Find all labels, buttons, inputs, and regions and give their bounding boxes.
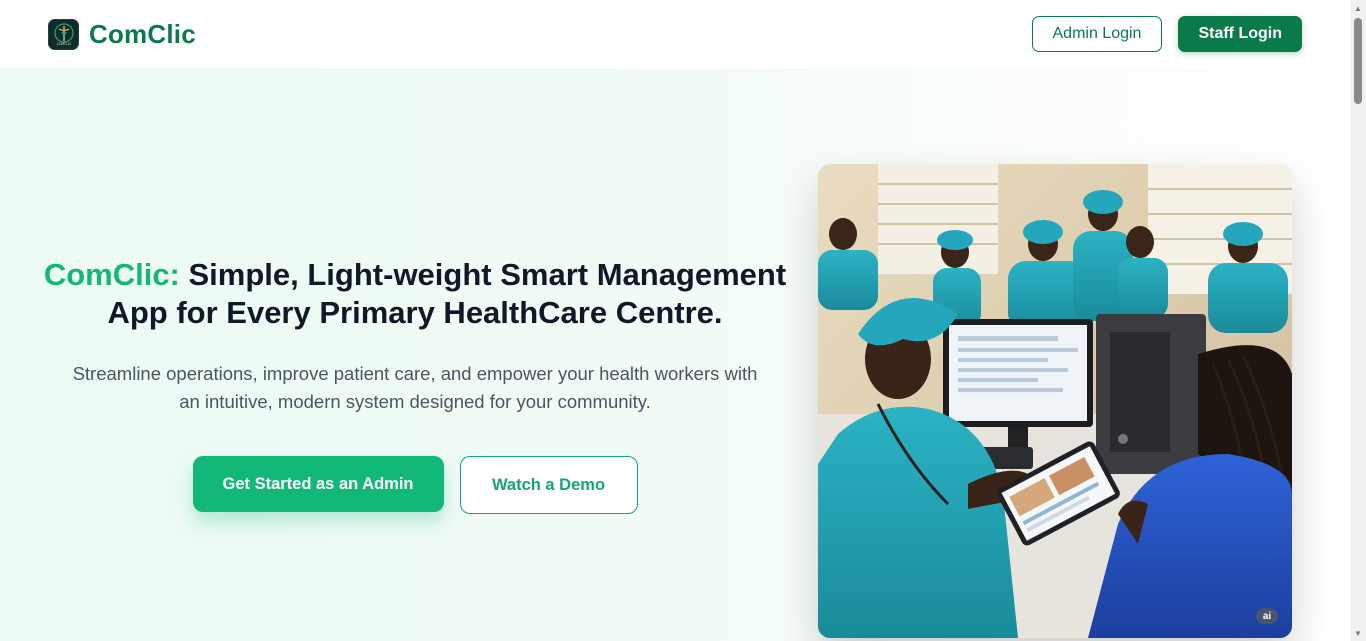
top-navigation: COMCLIC ComClic Admin Login Staff Login xyxy=(0,0,1350,68)
chevron-up-icon[interactable]: ▲ xyxy=(1350,0,1366,16)
scrollbar-thumb[interactable] xyxy=(1354,18,1362,104)
chevron-down-icon[interactable]: ▼ xyxy=(1350,625,1366,641)
hero-subtitle: Streamline operations, improve patient c… xyxy=(72,363,758,412)
get-started-admin-button[interactable]: Get Started as an Admin xyxy=(192,456,444,512)
hero-title-accent: ComClic: xyxy=(43,257,180,292)
page-scrollbar[interactable]: ▲ ▼ xyxy=(1350,0,1366,641)
hero-content: ComClic: Simple, Light-weight Smart Mana… xyxy=(40,256,790,514)
brand-name: ComClic xyxy=(89,18,196,49)
header-actions: Admin Login Staff Login xyxy=(1031,16,1302,52)
watch-demo-button[interactable]: Watch a Demo xyxy=(459,456,638,514)
staff-login-button[interactable]: Staff Login xyxy=(1178,16,1302,52)
hero-actions: Get Started as an Admin Watch a Demo xyxy=(40,456,790,514)
health-workers-illustration xyxy=(818,164,1292,638)
caduceus-logo-icon: COMCLIC xyxy=(48,18,79,50)
hero-title-text: Simple, Light-weight Smart Management Ap… xyxy=(107,257,787,330)
brand[interactable]: COMCLIC ComClic xyxy=(48,18,196,50)
ai-generated-badge: ai xyxy=(1256,608,1278,624)
logo-text: COMCLIC xyxy=(56,42,71,46)
hero-section: ComClic: Simple, Light-weight Smart Mana… xyxy=(0,68,1350,641)
admin-login-button[interactable]: Admin Login xyxy=(1031,16,1163,52)
hero-image: ai xyxy=(818,164,1292,638)
hero-title: ComClic: Simple, Light-weight Smart Mana… xyxy=(40,256,790,332)
